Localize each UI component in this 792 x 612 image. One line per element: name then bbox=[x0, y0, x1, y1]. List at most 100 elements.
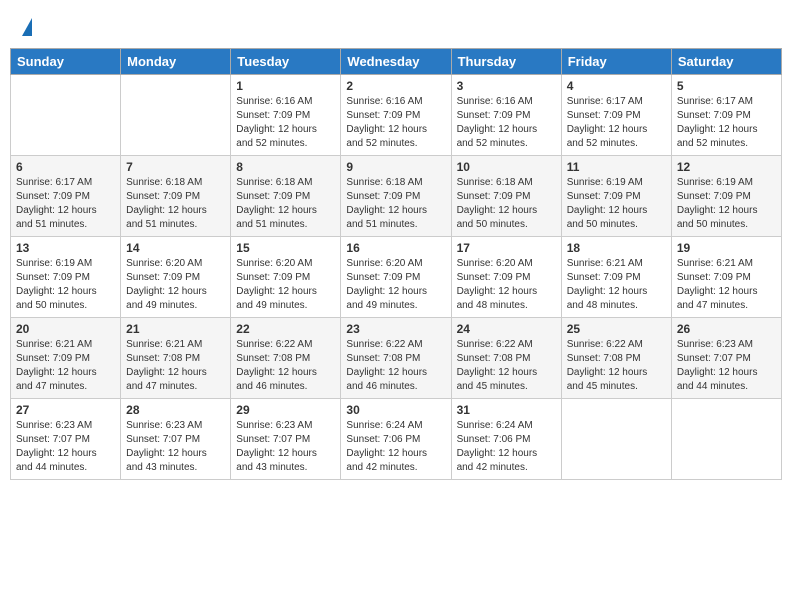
calendar-cell: 24 Sunrise: 6:22 AM Sunset: 7:08 PM Dayli… bbox=[451, 318, 561, 399]
logo-triangle-icon bbox=[22, 18, 32, 36]
day-info: Sunrise: 6:23 AM Sunset: 7:07 PM Dayligh… bbox=[236, 419, 335, 475]
day-info: Sunrise: 6:16 AM Sunset: 7:09 PM Dayligh… bbox=[457, 95, 556, 151]
page-header bbox=[10, 10, 782, 44]
day-info: Sunrise: 6:16 AM Sunset: 7:09 PM Dayligh… bbox=[236, 95, 335, 151]
day-info: Sunrise: 6:22 AM Sunset: 7:08 PM Dayligh… bbox=[457, 338, 556, 394]
day-info: Sunrise: 6:18 AM Sunset: 7:09 PM Dayligh… bbox=[346, 176, 445, 232]
day-number: 16 bbox=[346, 241, 445, 255]
day-info: Sunrise: 6:19 AM Sunset: 7:09 PM Dayligh… bbox=[677, 176, 776, 232]
day-number: 9 bbox=[346, 160, 445, 174]
day-number: 10 bbox=[457, 160, 556, 174]
weekday-header-sunday: Sunday bbox=[11, 49, 121, 75]
day-number: 24 bbox=[457, 322, 556, 336]
day-info: Sunrise: 6:16 AM Sunset: 7:09 PM Dayligh… bbox=[346, 95, 445, 151]
day-number: 13 bbox=[16, 241, 115, 255]
day-info: Sunrise: 6:22 AM Sunset: 7:08 PM Dayligh… bbox=[236, 338, 335, 394]
day-info: Sunrise: 6:24 AM Sunset: 7:06 PM Dayligh… bbox=[346, 419, 445, 475]
calendar-cell: 5Sunrise: 6:17 AM Sunset: 7:09 PM Daylig… bbox=[671, 75, 781, 156]
day-info: Sunrise: 6:23 AM Sunset: 7:07 PM Dayligh… bbox=[16, 419, 115, 475]
day-number: 25 bbox=[567, 322, 666, 336]
day-info: Sunrise: 6:22 AM Sunset: 7:08 PM Dayligh… bbox=[567, 338, 666, 394]
calendar-cell: 28Sunrise: 6:23 AM Sunset: 7:07 PM Dayli… bbox=[121, 399, 231, 480]
day-number: 8 bbox=[236, 160, 335, 174]
calendar-cell: 20 Sunrise: 6:21 AM Sunset: 7:09 PM Dayli… bbox=[11, 318, 121, 399]
calendar-cell: 9 Sunrise: 6:18 AM Sunset: 7:09 PM Daylig… bbox=[341, 156, 451, 237]
calendar-cell: 15 Sunrise: 6:20 AM Sunset: 7:09 PM Dayli… bbox=[231, 237, 341, 318]
weekday-header-thursday: Thursday bbox=[451, 49, 561, 75]
calendar-cell: 8 Sunrise: 6:18 AM Sunset: 7:09 PM Daylig… bbox=[231, 156, 341, 237]
day-info: Sunrise: 6:22 AM Sunset: 7:08 PM Dayligh… bbox=[346, 338, 445, 394]
calendar-cell: 19Sunrise: 6:21 AM Sunset: 7:09 PM Dayli… bbox=[671, 237, 781, 318]
calendar-cell: 13 Sunrise: 6:19 AM Sunset: 7:09 PM Dayli… bbox=[11, 237, 121, 318]
day-number: 20 bbox=[16, 322, 115, 336]
weekday-header-saturday: Saturday bbox=[671, 49, 781, 75]
day-info: Sunrise: 6:21 AM Sunset: 7:09 PM Dayligh… bbox=[16, 338, 115, 394]
calendar-cell bbox=[561, 399, 671, 480]
day-info: Sunrise: 6:18 AM Sunset: 7:09 PM Dayligh… bbox=[236, 176, 335, 232]
day-number: 14 bbox=[126, 241, 225, 255]
calendar-cell: 18Sunrise: 6:21 AM Sunset: 7:09 PM Dayli… bbox=[561, 237, 671, 318]
day-info: Sunrise: 6:21 AM Sunset: 7:09 PM Dayligh… bbox=[677, 257, 776, 313]
day-number: 22 bbox=[236, 322, 335, 336]
day-info: Sunrise: 6:19 AM Sunset: 7:09 PM Dayligh… bbox=[567, 176, 666, 232]
day-info: Sunrise: 6:18 AM Sunset: 7:09 PM Dayligh… bbox=[457, 176, 556, 232]
day-info: Sunrise: 6:20 AM Sunset: 7:09 PM Dayligh… bbox=[126, 257, 225, 313]
calendar-cell: 21 Sunrise: 6:21 AM Sunset: 7:08 PM Dayli… bbox=[121, 318, 231, 399]
calendar-cell: 31 Sunrise: 6:24 AM Sunset: 7:06 PM Dayli… bbox=[451, 399, 561, 480]
day-info: Sunrise: 6:18 AM Sunset: 7:09 PM Dayligh… bbox=[126, 176, 225, 232]
day-number: 31 bbox=[457, 403, 556, 417]
day-number: 28 bbox=[126, 403, 225, 417]
day-number: 17 bbox=[457, 241, 556, 255]
calendar-cell bbox=[11, 75, 121, 156]
day-info: Sunrise: 6:23 AM Sunset: 7:07 PM Dayligh… bbox=[677, 338, 776, 394]
day-info: Sunrise: 6:20 AM Sunset: 7:09 PM Dayligh… bbox=[346, 257, 445, 313]
calendar-cell: 23 Sunrise: 6:22 AM Sunset: 7:08 PM Dayli… bbox=[341, 318, 451, 399]
day-number: 30 bbox=[346, 403, 445, 417]
day-number: 4 bbox=[567, 79, 666, 93]
day-number: 21 bbox=[126, 322, 225, 336]
calendar-week-row: 20 Sunrise: 6:21 AM Sunset: 7:09 PM Dayli… bbox=[11, 318, 782, 399]
weekday-header-wednesday: Wednesday bbox=[341, 49, 451, 75]
calendar-cell: 27 Sunrise: 6:23 AM Sunset: 7:07 PM Dayli… bbox=[11, 399, 121, 480]
day-info: Sunrise: 6:21 AM Sunset: 7:08 PM Dayligh… bbox=[126, 338, 225, 394]
calendar-cell: 29 Sunrise: 6:23 AM Sunset: 7:07 PM Dayli… bbox=[231, 399, 341, 480]
calendar-cell bbox=[121, 75, 231, 156]
day-info: Sunrise: 6:19 AM Sunset: 7:09 PM Dayligh… bbox=[16, 257, 115, 313]
calendar-cell: 11 Sunrise: 6:19 AM Sunset: 7:09 PM Dayli… bbox=[561, 156, 671, 237]
calendar-cell: 14 Sunrise: 6:20 AM Sunset: 7:09 PM Dayli… bbox=[121, 237, 231, 318]
calendar-cell: 22 Sunrise: 6:22 AM Sunset: 7:08 PM Dayli… bbox=[231, 318, 341, 399]
day-number: 15 bbox=[236, 241, 335, 255]
calendar-cell: 17 Sunrise: 6:20 AM Sunset: 7:09 PM Dayli… bbox=[451, 237, 561, 318]
calendar-cell: 12Sunrise: 6:19 AM Sunset: 7:09 PM Dayli… bbox=[671, 156, 781, 237]
calendar-cell: 4 Sunrise: 6:17 AM Sunset: 7:09 PM Daylig… bbox=[561, 75, 671, 156]
calendar-cell: 1 Sunrise: 6:16 AM Sunset: 7:09 PM Daylig… bbox=[231, 75, 341, 156]
day-info: Sunrise: 6:17 AM Sunset: 7:09 PM Dayligh… bbox=[16, 176, 115, 232]
calendar-cell: 3 Sunrise: 6:16 AM Sunset: 7:09 PM Daylig… bbox=[451, 75, 561, 156]
calendar-cell: 30 Sunrise: 6:24 AM Sunset: 7:06 PM Dayli… bbox=[341, 399, 451, 480]
day-number: 27 bbox=[16, 403, 115, 417]
calendar-week-row: 27 Sunrise: 6:23 AM Sunset: 7:07 PM Dayli… bbox=[11, 399, 782, 480]
calendar-cell: 25 Sunrise: 6:22 AM Sunset: 7:08 PM Dayli… bbox=[561, 318, 671, 399]
weekday-header-tuesday: Tuesday bbox=[231, 49, 341, 75]
logo bbox=[20, 18, 32, 38]
day-info: Sunrise: 6:20 AM Sunset: 7:09 PM Dayligh… bbox=[457, 257, 556, 313]
calendar-table: SundayMondayTuesdayWednesdayThursdayFrid… bbox=[10, 48, 782, 480]
day-number: 23 bbox=[346, 322, 445, 336]
day-number: 11 bbox=[567, 160, 666, 174]
day-number: 5 bbox=[677, 79, 776, 93]
calendar-cell: 7 Sunrise: 6:18 AM Sunset: 7:09 PM Daylig… bbox=[121, 156, 231, 237]
weekday-header-monday: Monday bbox=[121, 49, 231, 75]
calendar-week-row: 13 Sunrise: 6:19 AM Sunset: 7:09 PM Dayli… bbox=[11, 237, 782, 318]
calendar-cell: 10 Sunrise: 6:18 AM Sunset: 7:09 PM Dayli… bbox=[451, 156, 561, 237]
calendar-cell: 16 Sunrise: 6:20 AM Sunset: 7:09 PM Dayli… bbox=[341, 237, 451, 318]
calendar-cell: 26 Sunrise: 6:23 AM Sunset: 7:07 PM Dayli… bbox=[671, 318, 781, 399]
day-info: Sunrise: 6:20 AM Sunset: 7:09 PM Dayligh… bbox=[236, 257, 335, 313]
day-info: Sunrise: 6:24 AM Sunset: 7:06 PM Dayligh… bbox=[457, 419, 556, 475]
day-number: 1 bbox=[236, 79, 335, 93]
day-number: 3 bbox=[457, 79, 556, 93]
weekday-header-row: SundayMondayTuesdayWednesdayThursdayFrid… bbox=[11, 49, 782, 75]
day-number: 26 bbox=[677, 322, 776, 336]
day-info: Sunrise: 6:17 AM Sunset: 7:09 PM Dayligh… bbox=[567, 95, 666, 151]
day-number: 29 bbox=[236, 403, 335, 417]
day-number: 7 bbox=[126, 160, 225, 174]
